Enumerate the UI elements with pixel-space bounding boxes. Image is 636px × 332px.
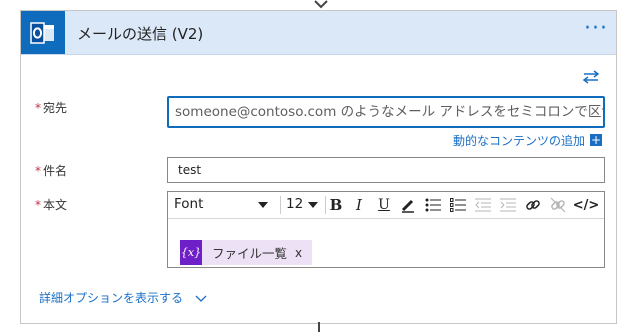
chevron-down-icon <box>195 295 207 302</box>
to-label-text: 宛先 <box>43 101 68 115</box>
chevron-down-icon <box>258 202 268 208</box>
unlink-icon[interactable] <box>548 195 568 215</box>
italic-button[interactable]: I <box>349 195 369 215</box>
font-select-value: Font <box>174 196 204 212</box>
to-label: * 宛先 <box>35 99 67 116</box>
expression-icon: {x} <box>180 240 202 265</box>
font-select[interactable]: Font <box>174 196 274 214</box>
body-label: * 本文 <box>35 196 67 213</box>
highlight-pen-icon[interactable] <box>398 195 418 215</box>
action-header[interactable]: メールの送信 (V2) ··· <box>21 11 616 55</box>
more-options-button[interactable]: ··· <box>584 18 608 40</box>
font-size-value: 12 <box>286 196 304 212</box>
font-size-select[interactable]: 12 <box>286 196 322 214</box>
remove-token-button[interactable]: x <box>295 246 302 260</box>
dynamic-token[interactable]: {x} ファイル一覧 x <box>180 240 312 265</box>
code-view-button[interactable]: </> <box>573 195 600 215</box>
toolbar-divider <box>280 196 281 214</box>
required-mark: * <box>35 101 41 115</box>
subject-label: * 件名 <box>35 162 67 179</box>
bulleted-list-icon[interactable] <box>423 195 443 215</box>
increase-indent-icon[interactable] <box>498 195 518 215</box>
token-label: ファイル一覧 <box>212 246 288 261</box>
subject-label-text: 件名 <box>43 164 68 178</box>
add-dynamic-content-link[interactable]: 動的なコンテンツの追加 <box>453 132 585 149</box>
subject-input[interactable]: test <box>167 157 605 183</box>
chevron-down-icon <box>308 202 318 208</box>
body-label-text: 本文 <box>43 198 68 212</box>
to-input[interactable]: someone@contoso.com のようなメール アドレスをセミコロンで区… <box>167 96 605 128</box>
flow-arrow-icon <box>314 0 328 9</box>
link-icon[interactable] <box>523 195 543 215</box>
numbered-list-icon[interactable] <box>448 195 468 215</box>
bold-button[interactable]: B <box>326 195 346 215</box>
flow-connector-line <box>318 322 320 332</box>
add-dynamic-content-plus-icon[interactable]: + <box>590 134 602 146</box>
underline-button[interactable]: U <box>374 195 394 215</box>
required-mark: * <box>35 198 41 212</box>
show-advanced-options-link[interactable]: 詳細オプションを表示する <box>39 289 207 306</box>
required-mark: * <box>35 164 41 178</box>
action-title: メールの送信 (V2) <box>77 25 204 43</box>
rich-text-toolbar: Font 12 B I U </> <box>168 192 604 219</box>
advanced-options-label: 詳細オプションを表示する <box>39 291 184 305</box>
body-editor[interactable]: Font 12 B I U </> {x} ファイル一覧 x <box>167 191 605 268</box>
outlook-icon <box>21 11 65 54</box>
action-card: メールの送信 (V2) ··· * 宛先 someone@contoso.com … <box>20 10 617 324</box>
decrease-indent-icon[interactable] <box>473 195 493 215</box>
swap-arrows-icon[interactable] <box>582 70 600 84</box>
